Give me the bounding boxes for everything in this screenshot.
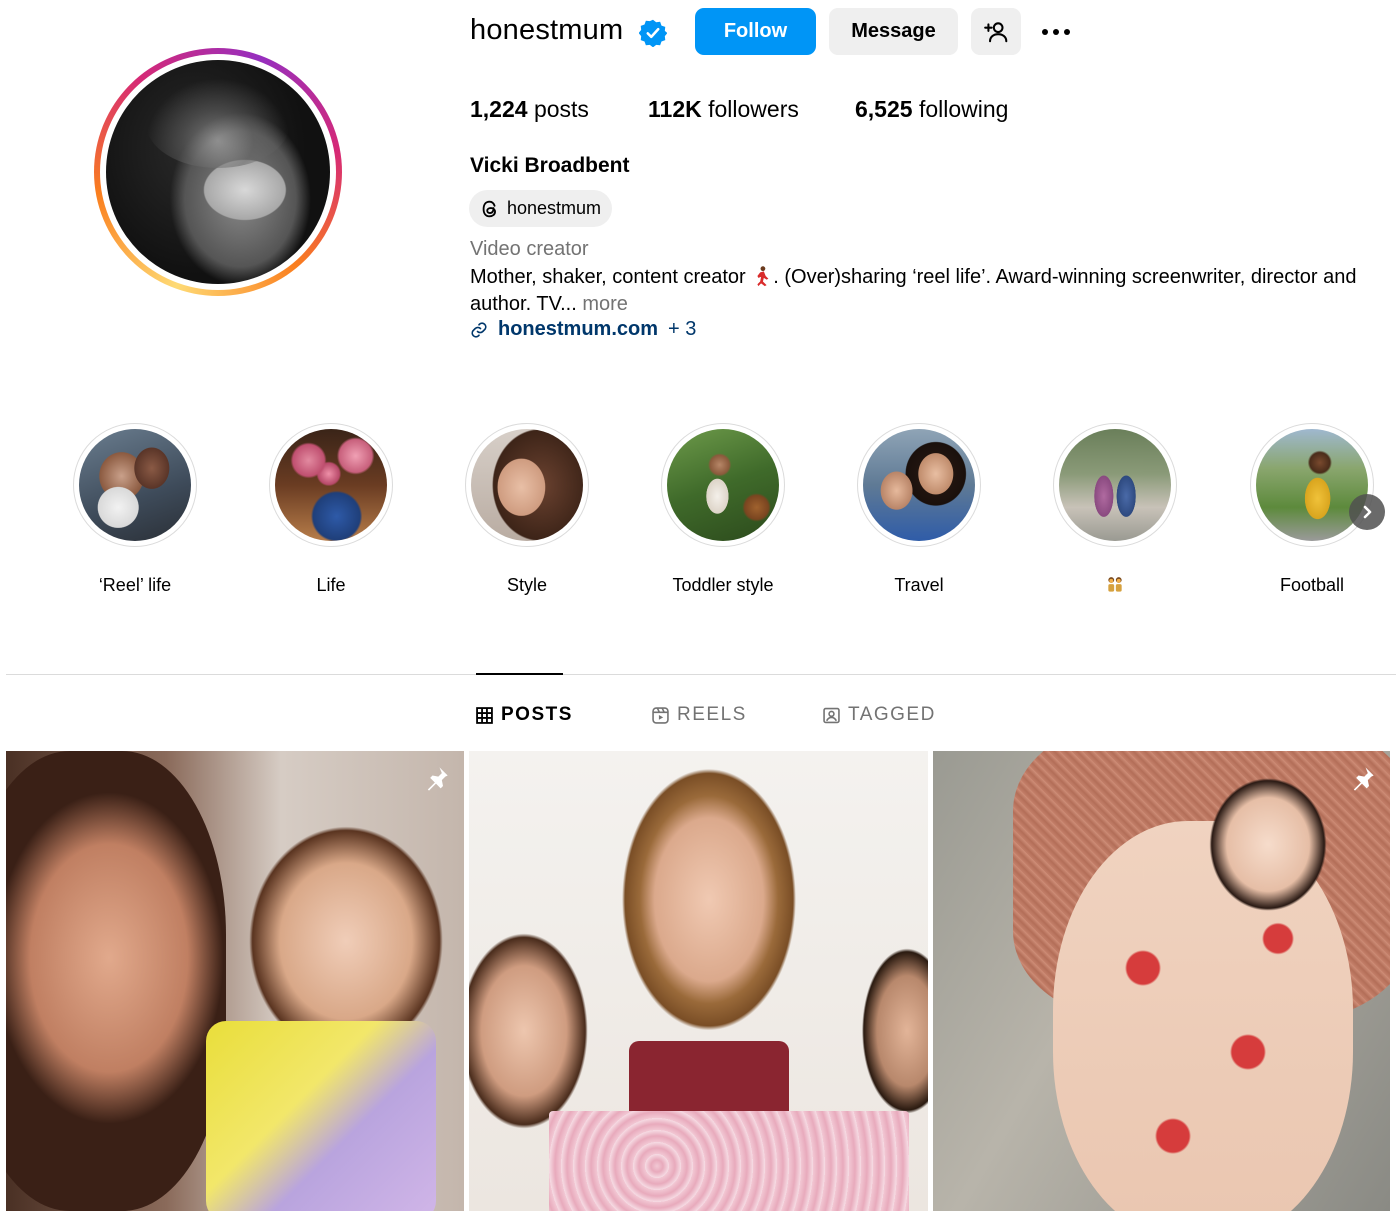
dot-icon <box>1042 29 1048 35</box>
highlight-label: Football <box>1279 575 1345 595</box>
tagged-icon <box>823 707 840 723</box>
post-photo-area <box>1193 751 1343 921</box>
highlight-ring <box>1250 423 1374 547</box>
threads-badge[interactable]: honestmum <box>469 190 613 227</box>
highlight-label: Style <box>506 575 548 595</box>
following-stat[interactable]: 6,525 following <box>855 96 1008 123</box>
threads-handle: honestmum <box>507 198 602 218</box>
highlight-reel-life[interactable]: ‘Reel’ life <box>55 423 215 596</box>
two-girls-emoji-icon <box>1108 577 1122 592</box>
followers-stat[interactable]: 112K followers <box>648 96 799 123</box>
highlight-style[interactable]: Style <box>447 423 607 596</box>
link-icon <box>471 321 487 338</box>
highlights-next-button[interactable] <box>1349 494 1385 530</box>
highlight-travel[interactable]: Travel <box>839 423 999 596</box>
dot-icon <box>1053 29 1059 35</box>
highlight-cover <box>1059 429 1171 541</box>
tab-label: POSTS <box>501 704 573 725</box>
profile-category: Video creator <box>470 238 589 260</box>
tab-reels[interactable]: REELS <box>652 704 747 726</box>
highlight-cover <box>863 429 975 541</box>
bio-more-link[interactable]: more <box>582 293 628 315</box>
suggest-similar-button[interactable] <box>971 8 1021 55</box>
highlight-ring <box>1053 423 1177 547</box>
chevron-right-icon <box>1363 505 1372 519</box>
dot-icon <box>1064 29 1070 35</box>
profile-avatar[interactable] <box>94 48 342 296</box>
highlight-cover <box>471 429 583 541</box>
highlight-ring <box>661 423 785 547</box>
tab-tagged[interactable]: TAGGED <box>823 704 936 726</box>
tab-label: TAGGED <box>848 704 936 725</box>
highlight-label: Life <box>316 575 346 595</box>
pinned-icon <box>427 767 448 791</box>
profile-bio: Mother, shaker, content creator . (Over)… <box>470 264 1400 318</box>
post-photo-area <box>549 1111 909 1211</box>
tabs-divider <box>6 674 1396 675</box>
highlight-ring <box>465 423 589 547</box>
following-count: 6,525 <box>855 96 913 122</box>
profile-full-name: Vicki Broadbent <box>470 154 630 177</box>
message-button[interactable]: Message <box>829 8 958 55</box>
pinned-icon <box>1353 767 1374 791</box>
add-user-icon <box>984 21 1008 42</box>
avatar-photo <box>106 60 330 284</box>
link-url[interactable]: honestmum.com <box>498 318 658 341</box>
followers-count: 112K <box>648 96 702 122</box>
highlight-cover <box>79 429 191 541</box>
more-options-button[interactable] <box>1036 16 1076 48</box>
post-photo-area <box>206 1021 436 1211</box>
highlight-label: ‘Reel’ life <box>98 575 172 595</box>
grid-icon <box>476 706 493 724</box>
post-photo-area <box>859 921 928 1141</box>
tab-label: REELS <box>677 704 747 725</box>
posts-stat: 1,224 posts <box>470 96 589 123</box>
highlight-label: Toddler style <box>672 575 774 595</box>
highlight-ring <box>857 423 981 547</box>
highlight-life[interactable]: Life <box>251 423 411 596</box>
highlight-toddler-style[interactable]: Toddler style <box>643 423 803 596</box>
post-photo-area <box>629 1041 789 1121</box>
verified-badge-icon <box>639 19 667 47</box>
highlight-cover <box>275 429 387 541</box>
reels-icon <box>652 706 669 724</box>
link-extra-count[interactable]: + 3 <box>668 318 696 341</box>
posts-label: posts <box>527 96 589 122</box>
highlight-ring <box>73 423 197 547</box>
following-label: following <box>912 96 1009 122</box>
followers-label: followers <box>701 96 799 122</box>
profile-username: honestmum <box>470 14 624 46</box>
posts-count: 1,224 <box>470 96 528 122</box>
highlight-label: Travel <box>894 575 944 595</box>
active-tab-indicator <box>476 673 563 675</box>
highlight-cover <box>1256 429 1368 541</box>
post-thumbnail[interactable] <box>933 751 1390 1211</box>
highlight-cover <box>667 429 779 541</box>
highlight-label <box>1035 575 1195 597</box>
post-thumbnail[interactable] <box>6 751 464 1211</box>
highlight-ring <box>269 423 393 547</box>
profile-links[interactable]: honestmum.com + 3 <box>470 318 696 341</box>
post-thumbnail[interactable] <box>469 751 928 1211</box>
bio-text-start: Mother, shaker, content creator <box>470 266 752 288</box>
highlight-sisters[interactable] <box>1035 423 1195 597</box>
post-photo-area <box>6 751 226 1211</box>
follow-button[interactable]: Follow <box>695 8 816 55</box>
avatar-inner <box>100 54 336 290</box>
tab-posts[interactable]: POSTS <box>476 704 573 726</box>
threads-icon <box>482 200 496 217</box>
dancer-emoji-icon <box>757 266 769 287</box>
